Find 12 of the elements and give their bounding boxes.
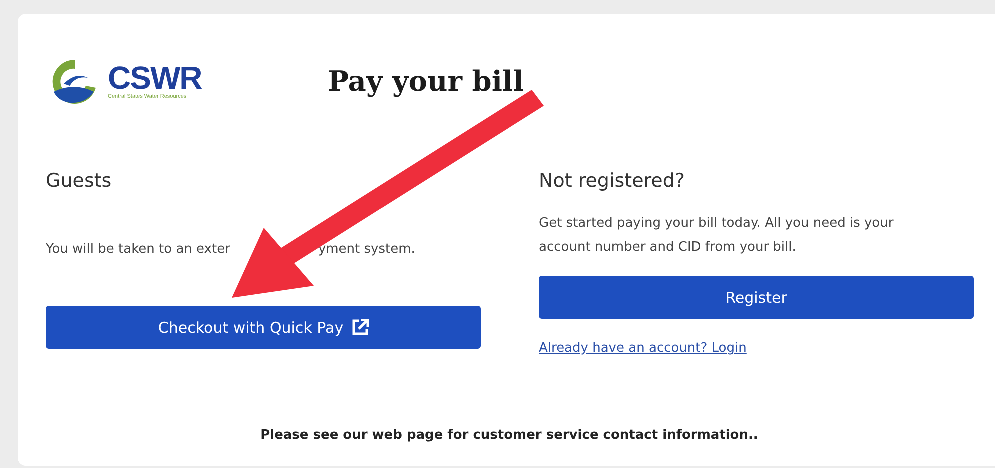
external-link-icon <box>352 319 369 336</box>
logo-wordmark: CSWR <box>108 62 202 94</box>
page-title: Pay your bill <box>328 64 524 98</box>
checkout-button[interactable]: Checkout with Quick Pay <box>46 306 481 349</box>
login-link[interactable]: Already have an account? Login <box>539 341 747 356</box>
info-text: Get started paying your bill today. All you need is your account number and CID from your bill. <box>539 215 895 257</box>
section-heading: Guests <box>46 170 113 194</box>
register-button[interactable]: Register <box>539 276 974 319</box>
section-heading: Not registered? <box>539 170 686 194</box>
footer-text: Please see our web page for customer service contact information.. <box>260 428 760 443</box>
info-text: yment system. <box>318 242 416 257</box>
info-text: You will be taken to an exter <box>46 242 230 257</box>
